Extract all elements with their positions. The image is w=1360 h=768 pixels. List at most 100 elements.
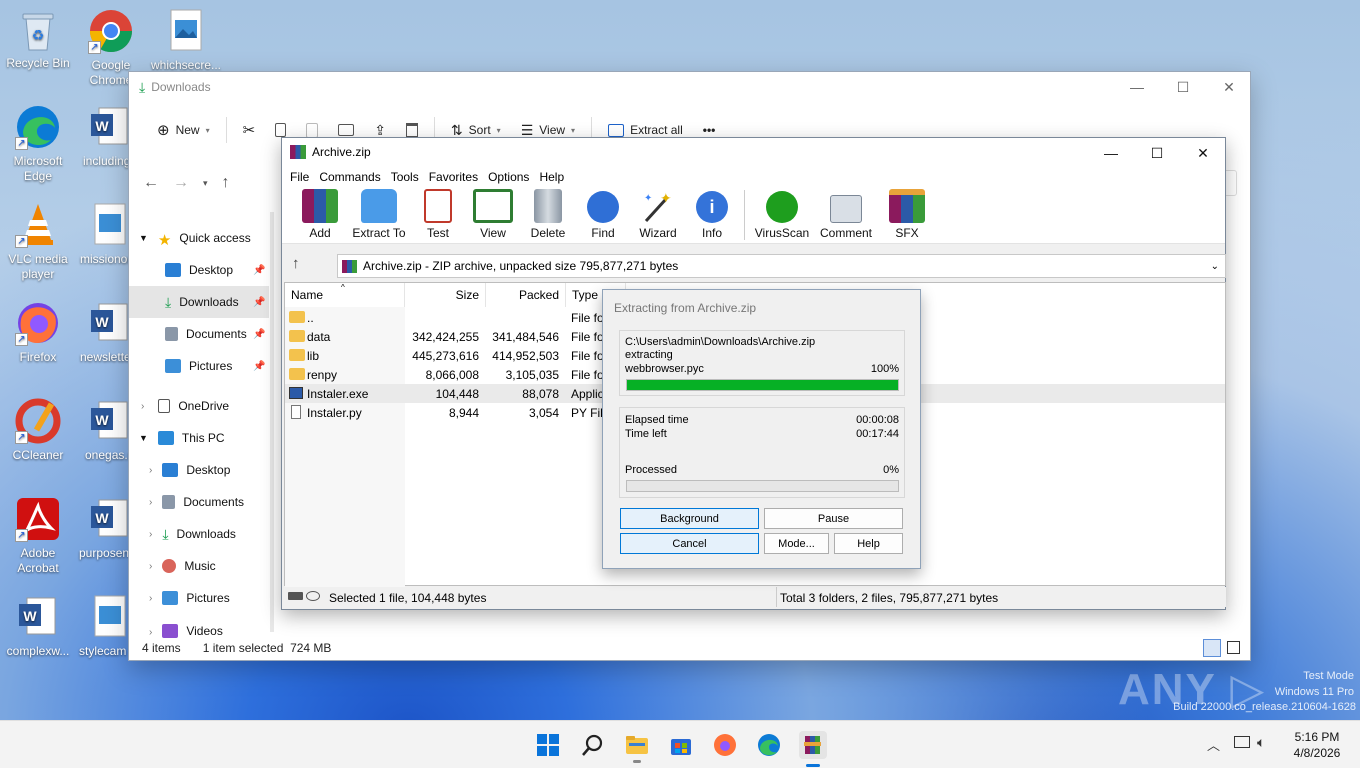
winrar-title: Archive.zip [312, 145, 371, 159]
nav-pc-downloads[interactable]: › ⤓ Downloads [129, 518, 269, 550]
help-button[interactable]: Help [834, 533, 903, 554]
nav-quick-access[interactable]: ▼ ★ Quick access [129, 222, 269, 254]
desktop-icon-including[interactable]: W including [73, 104, 133, 169]
nav-documents[interactable]: Documents 📌 [129, 318, 269, 350]
view-button[interactable]: View [466, 187, 520, 243]
volume-icon[interactable]: 🔈︎ [1257, 734, 1265, 751]
winrar-titlebar[interactable]: Archive.zip [282, 138, 1225, 166]
nav-downloads[interactable]: ⤓ Downloads 📌 [129, 286, 269, 318]
image-file-icon [87, 202, 133, 248]
desktop-icon-purposen[interactable]: W purposen [73, 496, 133, 561]
menu-help[interactable]: Help [534, 170, 569, 184]
desktop-icon-onegas[interactable]: W onegas.rt [73, 398, 135, 463]
back-arrow-icon[interactable]: ← [143, 174, 159, 192]
extract-to-button[interactable]: Extract To [348, 187, 410, 243]
tool-label: Test [426, 226, 449, 240]
nav-scrollbar[interactable] [270, 212, 274, 632]
chevron-up-icon[interactable]: ︿ [1207, 735, 1220, 754]
word-doc-icon: W [87, 398, 133, 444]
network-icon[interactable] [1234, 736, 1250, 748]
nav-label: Quick access [179, 231, 251, 245]
tool-label: Add [309, 226, 331, 240]
explorer-titlebar[interactable]: ⤓ Downloads [129, 72, 1250, 102]
desktop-icon-acrobat[interactable]: ↗ Adobe Acrobat [0, 496, 76, 576]
clock[interactable]: 5:16 PM 4/8/2026 [1283, 729, 1351, 761]
find-button[interactable]: Find [576, 187, 630, 243]
nav-desktop[interactable]: Desktop 📌 [129, 254, 269, 286]
windows-start-icon[interactable] [536, 733, 560, 757]
maximize-button[interactable]: ☐ [1160, 72, 1206, 102]
plus-circle-icon: ⊕ [157, 122, 170, 139]
details-view-button[interactable] [1203, 639, 1221, 657]
extract-progress-dialog[interactable]: Extracting from Archive.zip C:\Users\adm… [602, 289, 921, 569]
chevron-right-icon: › [149, 560, 153, 572]
virusscan-button[interactable]: VirusScan [753, 187, 811, 243]
comment-button[interactable]: Comment [811, 187, 881, 243]
search-icon[interactable] [581, 733, 605, 757]
tiles-view-button[interactable] [1227, 641, 1240, 654]
delete-button[interactable]: Delete [520, 187, 576, 243]
up-folder-icon[interactable]: ↑ [292, 255, 300, 272]
cancel-button[interactable]: Cancel [620, 533, 759, 554]
minimize-button[interactable]: — [1088, 138, 1134, 168]
column-header-name[interactable]: Name ^ [285, 283, 405, 307]
desktop-icon-label: complexw... [6, 644, 70, 658]
sfx-archive-icon [889, 189, 925, 223]
mode-button[interactable]: Mode... [764, 533, 829, 554]
desktop-icon-complexw[interactable]: W complexw... [0, 594, 76, 659]
close-button[interactable]: ✕ [1206, 72, 1252, 102]
up-arrow-icon[interactable]: ↑ [222, 174, 230, 192]
test-button[interactable]: Test [410, 187, 466, 243]
forward-arrow-icon[interactable]: → [173, 174, 189, 192]
desktop-icon-newslette[interactable]: W newslette [73, 300, 133, 365]
cut-button[interactable]: ✂ [233, 114, 266, 146]
chevron-down-icon[interactable]: ⌄ [1211, 261, 1219, 272]
desktop-icon-ccleaner[interactable]: ↗ CCleaner [0, 398, 76, 463]
menu-tools[interactable]: Tools [386, 170, 424, 184]
store-icon[interactable] [669, 733, 693, 757]
desktop-icon-vlc[interactable]: ↗ VLC media player [0, 202, 76, 282]
recent-chevron-icon[interactable]: ▾ [203, 178, 208, 189]
nav-pictures[interactable]: Pictures 📌 [129, 350, 269, 382]
word-doc-icon: W [87, 104, 133, 150]
desktop-icon-edge[interactable]: ↗ Microsoft Edge [0, 104, 76, 184]
firefox-icon[interactable] [713, 733, 737, 757]
pause-button[interactable]: Pause [764, 508, 903, 529]
wizard-button[interactable]: ✦ ✦ Wizard [630, 187, 686, 243]
sfx-button[interactable]: SFX [881, 187, 933, 243]
column-header-packed[interactable]: Packed [486, 283, 566, 307]
add-button[interactable]: Add [292, 187, 348, 243]
desktop-icon-missionor[interactable]: missionor [73, 202, 133, 267]
svg-text:W: W [23, 608, 37, 624]
nav-pc-documents[interactable]: › Documents [129, 486, 269, 518]
winrar-taskbar-icon[interactable] [799, 731, 827, 767]
nav-music[interactable]: › Music [129, 550, 269, 582]
menu-commands[interactable]: Commands [314, 170, 385, 184]
desktop-icon-recycle-bin[interactable]: ♻ Recycle Bin [0, 8, 76, 71]
nav-videos[interactable]: › Videos [129, 614, 269, 638]
menu-options[interactable]: Options [483, 170, 534, 184]
edge-icon[interactable] [757, 733, 781, 757]
background-button[interactable]: Background [620, 508, 759, 529]
nav-this-pc[interactable]: ▼ This PC [129, 422, 269, 454]
desktop-icon-whichsecre[interactable]: whichsecre... [148, 8, 224, 73]
nav-pc-pictures[interactable]: › Pictures [129, 582, 269, 614]
menu-file[interactable]: File [285, 170, 314, 184]
maximize-button[interactable]: ☐ [1134, 138, 1180, 168]
cell-name: lib [307, 349, 320, 363]
new-button[interactable]: ⊕ New ▾ [147, 114, 220, 146]
copy-icon [275, 123, 287, 137]
minimize-button[interactable]: — [1114, 72, 1160, 102]
nav-pc-desktop[interactable]: › Desktop [129, 454, 269, 486]
desktop-icon-firefox[interactable]: ↗ Firefox [0, 300, 76, 365]
nav-onedrive[interactable]: › OneDrive [129, 390, 269, 422]
clock-time: 5:16 PM [1294, 730, 1340, 744]
archive-path-field[interactable]: Archive.zip - ZIP archive, unpacked size… [337, 254, 1226, 278]
close-button[interactable]: ✕ [1180, 138, 1226, 168]
desktop-icon-stylecam[interactable]: stylecam [73, 594, 133, 659]
virus-bug-icon [766, 191, 798, 223]
file-explorer-icon[interactable] [625, 733, 649, 763]
info-button[interactable]: i Info [686, 187, 738, 243]
column-header-size[interactable]: Size [405, 283, 486, 307]
menu-favorites[interactable]: Favorites [424, 170, 483, 184]
